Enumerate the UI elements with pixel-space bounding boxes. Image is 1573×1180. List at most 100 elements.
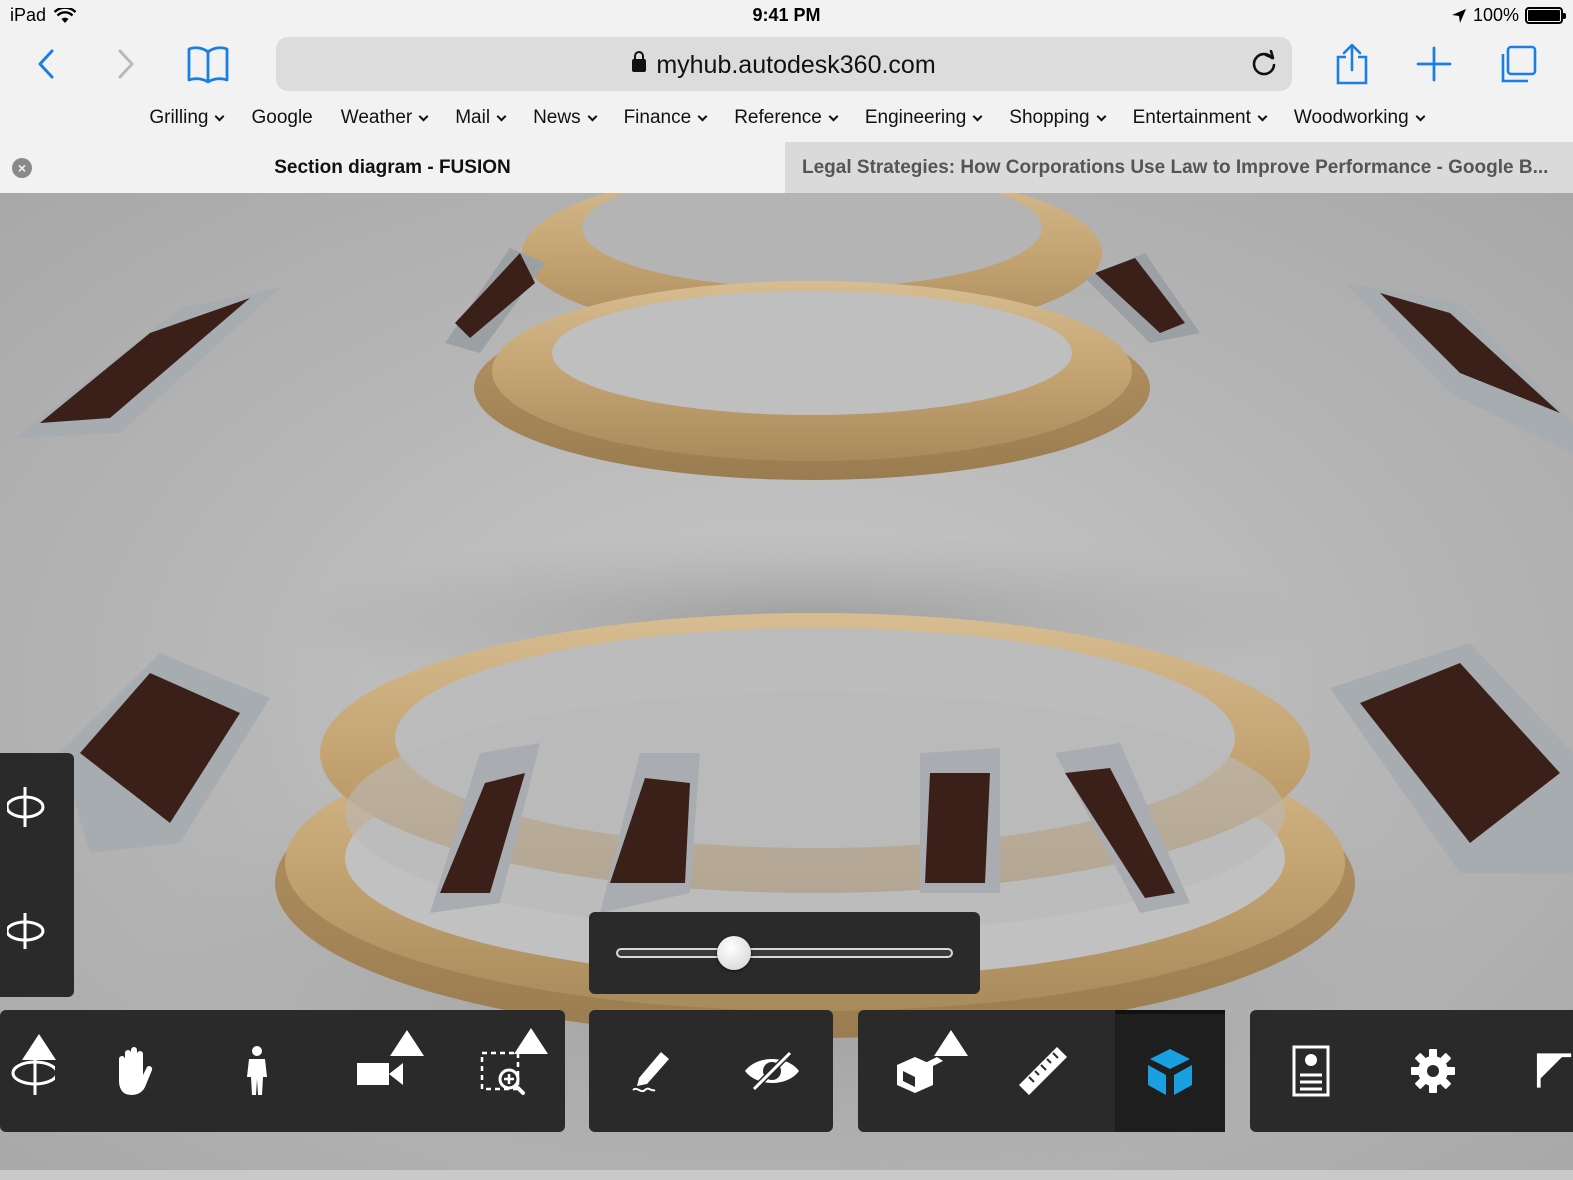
expand-triangle-icon [22,1034,56,1060]
section-slider-track[interactable] [616,948,953,958]
explode-button[interactable] [864,1010,974,1132]
model-browser-button[interactable] [1256,1010,1366,1132]
bookmarks-bar: Grilling Google Weather Mail News Finance Refe… [0,97,1573,142]
bookmark-mail[interactable]: Mail [441,97,519,139]
browser-toolbar: myhub.autodesk360.com [0,32,1573,97]
hide-eye-icon [745,1050,799,1092]
section-slider-panel [589,912,980,994]
forward-button[interactable] [104,42,148,86]
chevron-down-icon [1415,111,1426,122]
address-bar[interactable]: myhub.autodesk360.com [276,37,1292,91]
measure-ruler-icon [1019,1047,1067,1095]
settings-gear-icon [1411,1049,1455,1093]
fullscreen-button[interactable] [1500,1010,1573,1132]
markup-tools [589,1010,833,1132]
chevron-down-icon [587,111,598,122]
lock-icon [632,51,647,72]
bookmark-label: Entertainment [1132,107,1251,128]
measure-button[interactable] [988,1010,1098,1132]
bookmark-google[interactable]: Google [237,97,326,139]
bookmark-label: Shopping [1009,107,1090,128]
fullscreen-icon [1536,1053,1572,1088]
chevron-down-icon [496,111,507,122]
free-orbit-button[interactable] [0,901,60,961]
bookmarks-book-icon [187,46,229,84]
markup-button[interactable] [595,1010,705,1132]
tab-legal-strategies[interactable]: Legal Strategies: How Corporations Use L… [785,142,1573,193]
bookmark-shopping[interactable]: Shopping [995,97,1118,139]
orbit-button[interactable] [0,777,60,837]
tab-title: Legal Strategies: How Corporations Use L… [802,156,1549,178]
reload-button[interactable] [1248,48,1280,80]
orbit-icon [7,787,45,827]
bookmark-label: Weather [340,107,413,128]
tabs-icon [1501,45,1537,83]
show-tabs-button[interactable] [1496,42,1540,86]
zoom-window-button[interactable] [450,1010,560,1132]
section-button[interactable] [1115,1010,1225,1132]
pan-button[interactable] [78,1010,188,1132]
screen: iPad 9:41 PM 100% myhub.autodesk360.com … [0,0,1573,1180]
url-display: myhub.autodesk360.com [276,51,1292,80]
location-arrow-icon [1451,8,1466,23]
chevron-down-icon [697,111,708,122]
tab-section-diagram[interactable]: × Section diagram - FUSION [0,142,785,193]
walk-person-icon [247,1046,267,1095]
bookmark-label: Finance [623,107,692,128]
orbit-tool-button[interactable] [0,1010,80,1132]
share-icon [1336,43,1368,85]
tab-title: Section diagram - FUSION [274,156,511,178]
bookmark-entertainment[interactable]: Entertainment [1119,97,1280,139]
bottom-edge [0,1170,1573,1180]
close-tab-icon[interactable]: × [12,158,32,178]
model-browser-icon [1292,1045,1330,1097]
bookmark-news[interactable]: News [519,97,610,139]
status-time: 9:41 PM [752,5,821,25]
bookmark-reference[interactable]: Reference [720,97,851,139]
reload-icon [1252,50,1276,76]
bookmark-label: News [533,107,581,128]
bookmark-finance[interactable]: Finance [610,97,721,139]
battery-icon [1525,7,1566,24]
camera-button[interactable] [326,1010,436,1132]
chevron-down-icon [972,111,983,122]
bookmark-woodworking[interactable]: Woodworking [1280,97,1438,139]
settings-button[interactable] [1378,1010,1488,1132]
pan-hand-icon [119,1047,153,1095]
section-cube-icon [1148,1049,1192,1095]
bookmark-label: Mail [455,107,491,128]
bookmark-weather[interactable]: Weather [327,97,441,139]
bookmark-engineering[interactable]: Engineering [851,97,995,139]
chevron-down-icon [1257,111,1268,122]
chevron-down-icon [1096,111,1107,122]
status-right: 100% [1451,5,1566,26]
share-button[interactable] [1330,42,1374,86]
navigation-tools [0,1010,565,1132]
back-icon [38,49,54,79]
bookmark-label: Reference [734,107,822,128]
bookmark-label: Grilling [149,107,209,128]
bookmark-label: Woodworking [1293,107,1409,128]
new-tab-button[interactable] [1412,42,1456,86]
chevron-down-icon [418,111,429,122]
expand-triangle-icon [390,1030,424,1056]
walk-button[interactable] [202,1010,312,1132]
status-bar: iPad 9:41 PM 100% [0,0,1573,32]
free-orbit-icon [7,913,45,949]
inspect-tools [858,1010,1225,1132]
new-tab-plus-icon [1416,46,1452,82]
tab-bar: × Section diagram - FUSION Legal Strateg… [0,142,1573,193]
chevron-down-icon [828,111,839,122]
side-tool-panel [0,753,74,997]
battery-percent: 100% [1472,5,1519,25]
camera-icon [357,1063,403,1085]
section-slider-thumb[interactable] [716,936,751,970]
expand-triangle-icon [934,1030,968,1056]
chevron-down-icon [215,111,225,122]
bookmark-label: Engineering [864,107,967,128]
settings-tools [1250,1010,1573,1132]
back-button[interactable] [24,42,68,86]
bookmark-grilling[interactable]: Grilling [135,97,237,139]
hide-button[interactable] [717,1010,827,1132]
bookmarks-button[interactable] [184,42,232,86]
